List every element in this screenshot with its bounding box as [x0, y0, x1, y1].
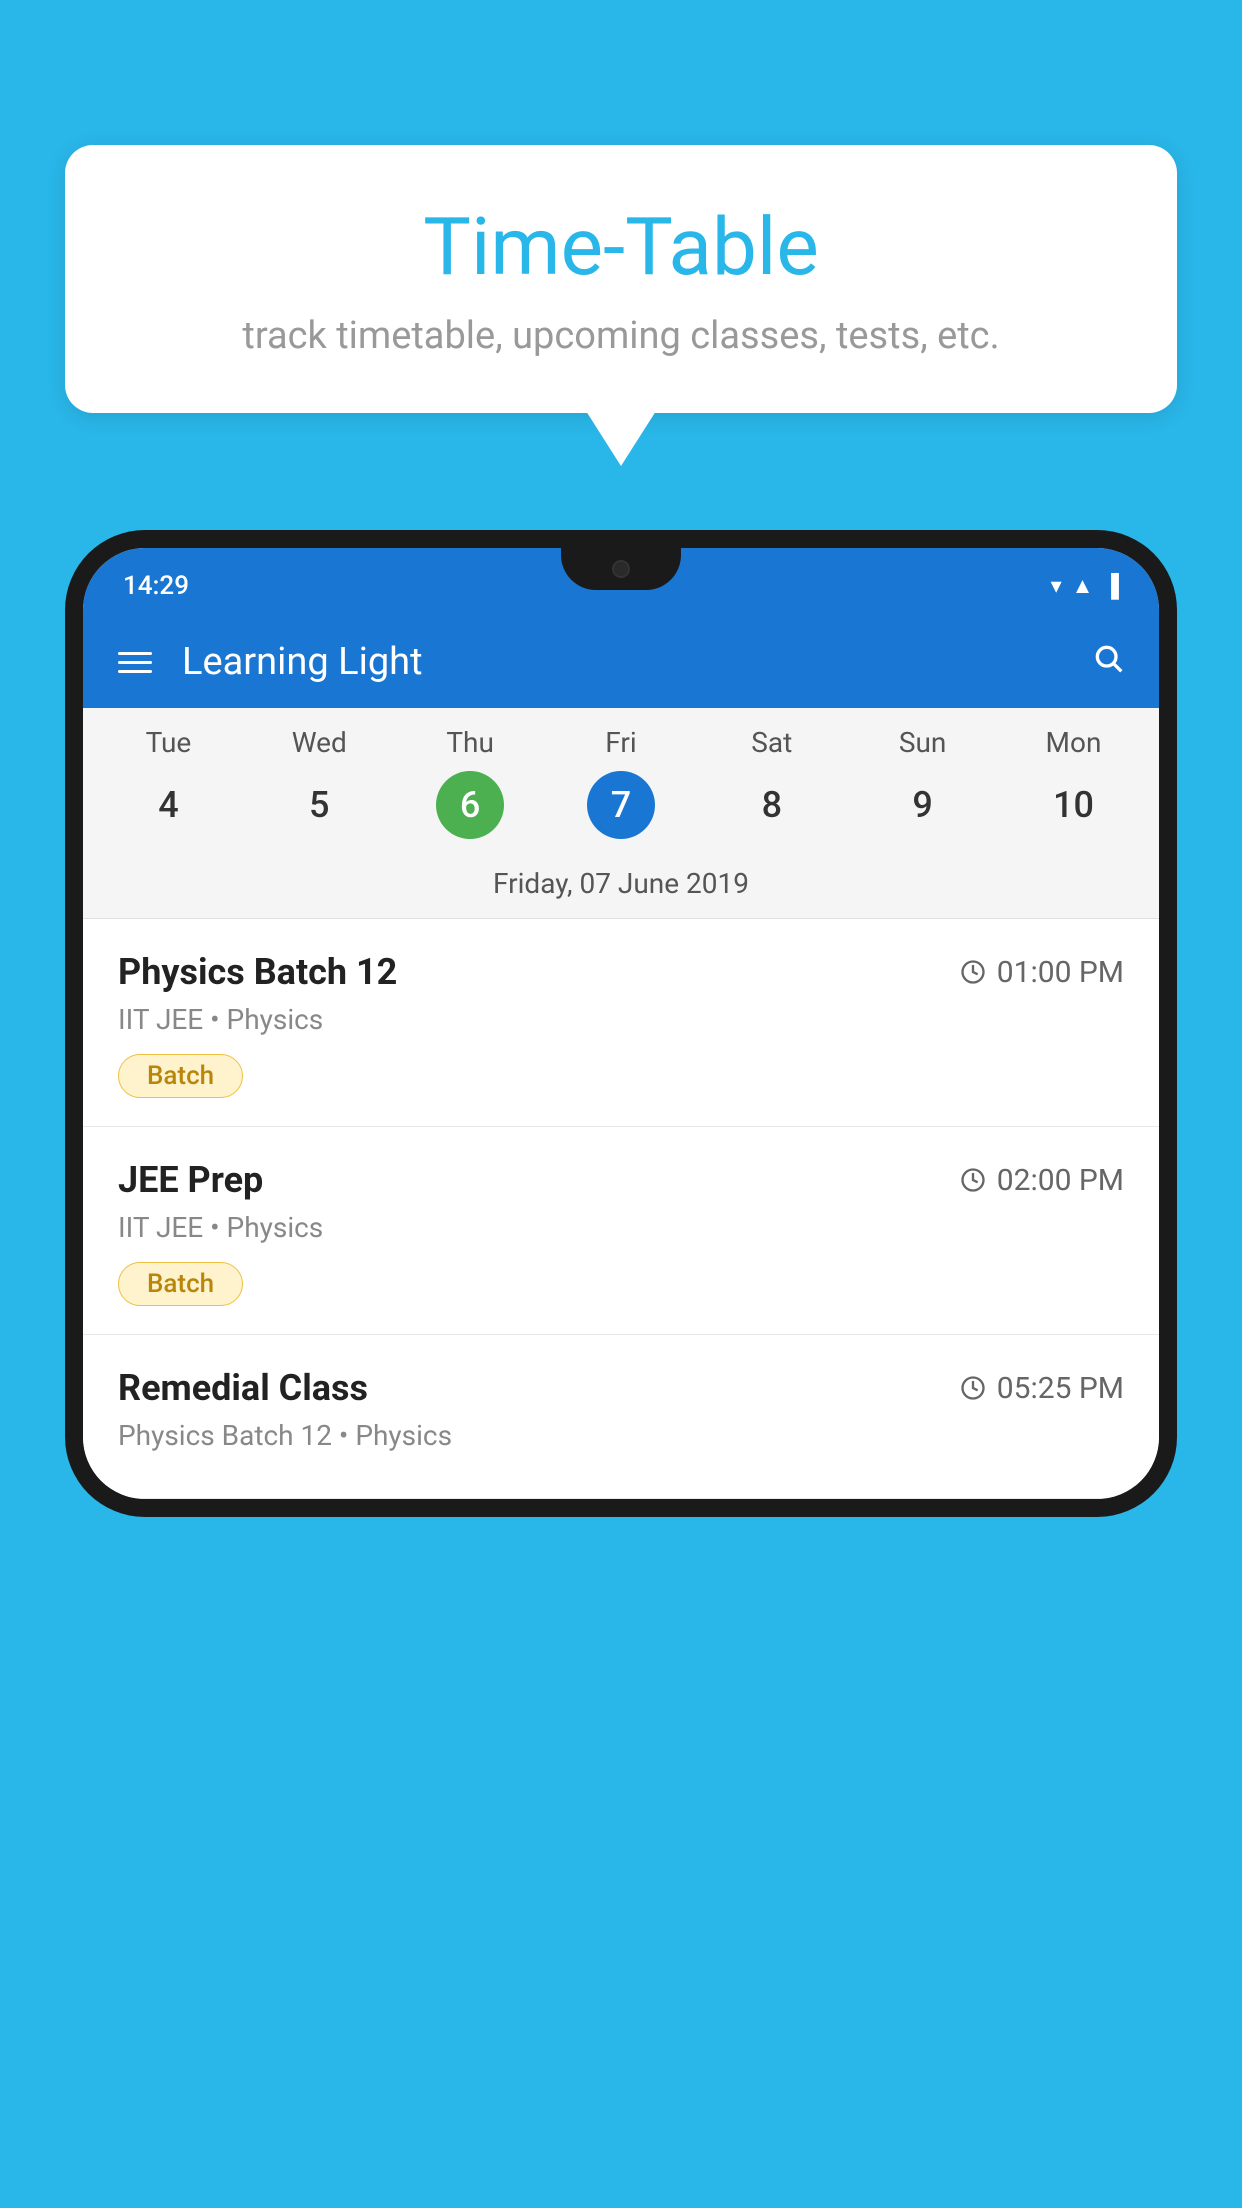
time-text-1: 02:00 PM [997, 1163, 1124, 1198]
batch-badge-1: Batch [118, 1262, 243, 1306]
day-name-wed[interactable]: Wed [244, 726, 395, 759]
calendar-strip: TueWedThuFriSatSunMon 45678910 Friday, 0… [83, 708, 1159, 919]
batch-badge-0: Batch [118, 1054, 243, 1098]
wifi-icon: ▾ [1051, 574, 1062, 599]
status-bar: 14:29 ▾ ▲ ▐ [83, 548, 1159, 616]
search-button[interactable] [1092, 641, 1124, 683]
day-name-sat[interactable]: Sat [696, 726, 847, 759]
app-toolbar: Learning Light [83, 616, 1159, 708]
time-text-0: 01:00 PM [997, 955, 1124, 990]
schedule-item-2[interactable]: Remedial Class 05:25 PM Physics Batch 12… [83, 1335, 1159, 1499]
speech-bubble-section: Time-Table track timetable, upcoming cla… [65, 145, 1177, 466]
clock-icon-2 [959, 1374, 987, 1402]
status-icons: ▾ ▲ ▐ [1051, 573, 1119, 599]
phone-body: 14:29 ▾ ▲ ▐ Learning Light [65, 530, 1177, 1517]
phone-screen: 14:29 ▾ ▲ ▐ Learning Light [83, 548, 1159, 1499]
schedule-title-1: JEE Prep [118, 1159, 263, 1201]
day-numbers-row: 45678910 [83, 769, 1159, 857]
schedule-item-0[interactable]: Physics Batch 12 01:00 PM IIT JEE • Phys… [83, 919, 1159, 1127]
day-num-10[interactable]: 10 [998, 769, 1149, 841]
day-num-5[interactable]: 5 [244, 769, 395, 841]
app-title: Learning Light [182, 640, 1062, 684]
day-num-9[interactable]: 9 [847, 769, 998, 841]
day-names-row: TueWedThuFriSatSunMon [83, 726, 1159, 769]
schedule-subtitle-1: IIT JEE • Physics [118, 1211, 1124, 1244]
day-name-thu[interactable]: Thu [395, 726, 546, 759]
schedule-time-0: 01:00 PM [959, 955, 1124, 990]
signal-icon: ▲ [1072, 573, 1094, 599]
day-name-mon[interactable]: Mon [998, 726, 1149, 759]
battery-icon: ▐ [1103, 573, 1119, 599]
schedule-header-2: Remedial Class 05:25 PM [118, 1367, 1124, 1409]
day-num-7[interactable]: 7 [546, 769, 697, 841]
schedule-subtitle-0: IIT JEE • Physics [118, 1003, 1124, 1036]
speech-bubble-card: Time-Table track timetable, upcoming cla… [65, 145, 1177, 413]
phone-mockup: 14:29 ▾ ▲ ▐ Learning Light [65, 530, 1177, 2208]
schedule-list: Physics Batch 12 01:00 PM IIT JEE • Phys… [83, 919, 1159, 1499]
time-text-2: 05:25 PM [997, 1371, 1124, 1406]
day-num-6[interactable]: 6 [395, 769, 546, 841]
day-num-8[interactable]: 8 [696, 769, 847, 841]
schedule-time-2: 05:25 PM [959, 1371, 1124, 1406]
bubble-pointer [586, 411, 656, 466]
clock-icon-0 [959, 958, 987, 986]
schedule-item-1[interactable]: JEE Prep 02:00 PM IIT JEE • Physics Batc… [83, 1127, 1159, 1335]
schedule-title-2: Remedial Class [118, 1367, 368, 1409]
day-name-fri[interactable]: Fri [546, 726, 697, 759]
page-title: Time-Table [125, 200, 1117, 294]
clock-icon-1 [959, 1166, 987, 1194]
day-num-4[interactable]: 4 [93, 769, 244, 841]
schedule-time-1: 02:00 PM [959, 1163, 1124, 1198]
day-name-sun[interactable]: Sun [847, 726, 998, 759]
schedule-header-1: JEE Prep 02:00 PM [118, 1159, 1124, 1201]
schedule-title-0: Physics Batch 12 [118, 951, 397, 993]
phone-notch [561, 548, 681, 590]
schedule-subtitle-2: Physics Batch 12 • Physics [118, 1419, 1124, 1452]
schedule-header-0: Physics Batch 12 01:00 PM [118, 951, 1124, 993]
menu-button[interactable] [118, 652, 152, 673]
camera [612, 560, 630, 578]
status-time: 14:29 [123, 571, 189, 601]
day-name-tue[interactable]: Tue [93, 726, 244, 759]
page-subtitle: track timetable, upcoming classes, tests… [125, 314, 1117, 358]
selected-date-label: Friday, 07 June 2019 [83, 857, 1159, 919]
